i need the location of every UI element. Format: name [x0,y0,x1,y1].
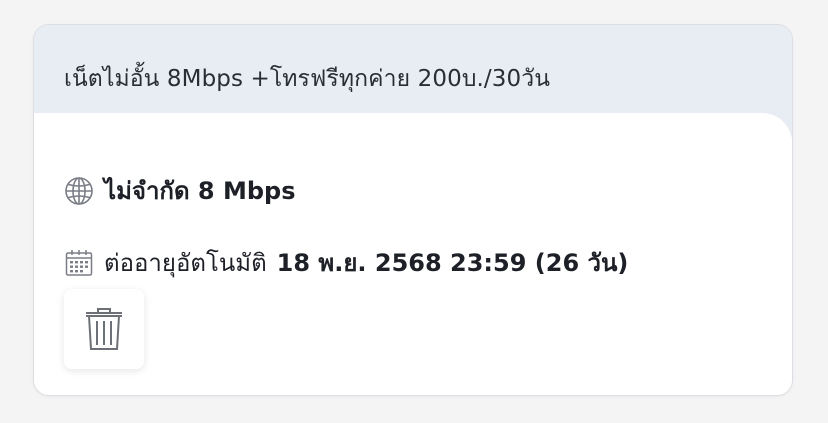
renew-label: ต่ออายุอัตโนมัติ [104,249,267,277]
trash-icon [84,306,124,352]
speed-row: ไม่จำกัด 8 Mbps [64,171,295,210]
speed-value: ไม่จำกัด 8 Mbps [104,177,296,205]
package-card: เน็ตไม่อั้น 8Mbps +โทรฟรีทุกค่าย 200บ./3… [33,24,793,396]
delete-button[interactable] [64,289,144,369]
package-title: เน็ตไม่อั้น 8Mbps +โทรฟรีทุกค่าย 200บ./3… [64,66,551,92]
renew-row: ต่ออายุอัตโนมัติ 18 พ.ย. 2568 23:59 (26 … [64,243,628,282]
card-body: ไม่จำกัด 8 Mbps ต่ออายุอัตโนมัติ 18 พ.ย.… [34,113,792,395]
calendar-icon [64,248,94,278]
globe-icon [64,176,94,206]
renew-date: 18 พ.ย. 2568 23:59 (26 วัน) [276,249,629,277]
